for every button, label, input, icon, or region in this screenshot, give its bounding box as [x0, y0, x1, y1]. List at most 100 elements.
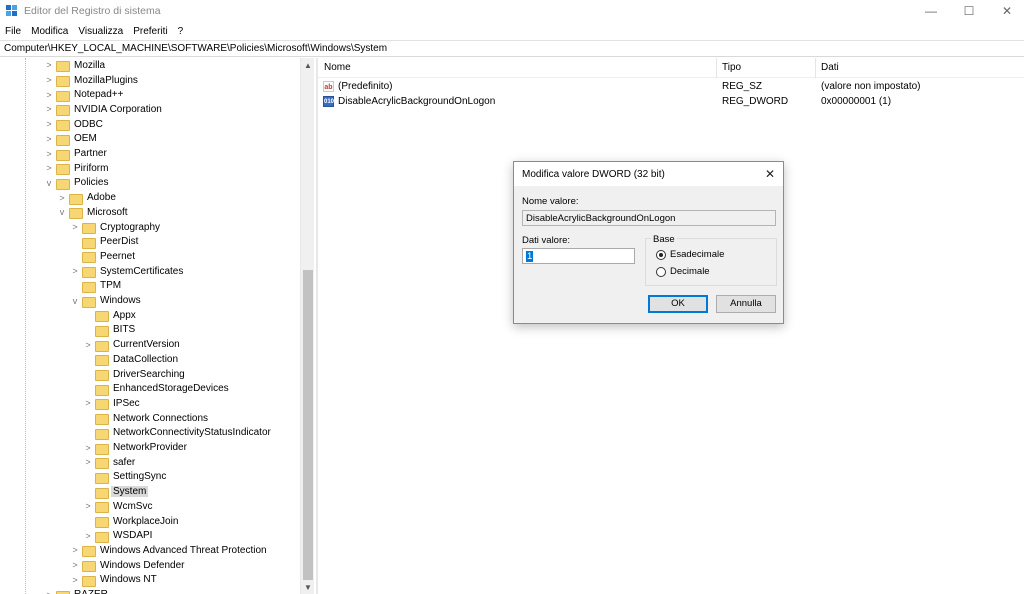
- menu-preferiti[interactable]: Preferiti: [128, 24, 172, 40]
- chevron-right-icon[interactable]: >: [44, 132, 54, 146]
- chevron-right-icon[interactable]: >: [44, 102, 54, 116]
- scroll-thumb[interactable]: [303, 270, 313, 580]
- list-row[interactable]: ab (Predefinito) REG_SZ (valore non impo…: [318, 80, 1024, 95]
- tree-item[interactable]: TPM: [70, 279, 123, 294]
- chevron-right-icon[interactable]: >: [83, 529, 93, 543]
- chevron-right-icon[interactable]: >: [44, 588, 54, 594]
- tree-item[interactable]: Peernet: [70, 249, 137, 264]
- tree-guide-line: [25, 58, 26, 594]
- chevron-down-icon[interactable]: v: [70, 294, 80, 308]
- tree-item[interactable]: SettingSync: [83, 470, 168, 485]
- minimize-button[interactable]: —: [914, 0, 948, 22]
- tree-item[interactable]: > RAZER: [44, 587, 110, 594]
- folder-icon: [95, 487, 109, 499]
- tree-item-label: Appx: [113, 309, 136, 321]
- tree-item[interactable]: NetworkConnectivityStatusIndicator: [83, 426, 273, 441]
- no-chevron: [83, 411, 93, 425]
- chevron-right-icon[interactable]: >: [83, 338, 93, 352]
- menu-modifica[interactable]: Modifica: [26, 24, 73, 40]
- folder-icon: [95, 531, 109, 543]
- tree-item[interactable]: > Windows NT: [70, 573, 159, 588]
- ok-button[interactable]: OK: [648, 295, 708, 313]
- tree-item[interactable]: > MozillaPlugins: [44, 73, 140, 88]
- cancel-button[interactable]: Annulla: [716, 295, 776, 313]
- tree-item[interactable]: v Windows: [70, 293, 143, 308]
- chevron-right-icon[interactable]: >: [83, 455, 93, 469]
- tree-item[interactable]: > OEM: [44, 132, 99, 147]
- chevron-right-icon[interactable]: >: [83, 441, 93, 455]
- folder-icon: [82, 266, 96, 279]
- tree-item[interactable]: System: [83, 484, 149, 499]
- tree-item[interactable]: > WcmSvc: [83, 499, 154, 514]
- radio-hexadecimal[interactable]: Esadecimale: [656, 249, 724, 260]
- tree-item[interactable]: > Partner: [44, 146, 109, 161]
- menu-help[interactable]: ?: [173, 24, 189, 40]
- list-row[interactable]: 010 DisableAcrylicBackgroundOnLogon REG_…: [318, 95, 1024, 110]
- chevron-right-icon[interactable]: >: [44, 58, 54, 72]
- folder-icon: [82, 545, 96, 558]
- tree-item[interactable]: Appx: [83, 308, 138, 323]
- address-bar[interactable]: Computer\HKEY_LOCAL_MACHINE\SOFTWARE\Pol…: [0, 40, 1024, 57]
- tree-item[interactable]: PeerDist: [70, 234, 140, 249]
- chevron-right-icon[interactable]: >: [44, 88, 54, 102]
- tree-item[interactable]: WorkplaceJoin: [83, 514, 180, 529]
- tree-item-label: Windows Advanced Threat Protection: [100, 544, 267, 556]
- tree-item[interactable]: BITS: [83, 323, 137, 338]
- tree-item[interactable]: > CurrentVersion: [83, 337, 182, 352]
- value-data-field[interactable]: 1: [522, 248, 635, 264]
- tree-item[interactable]: > NetworkProvider: [83, 440, 189, 455]
- chevron-right-icon[interactable]: >: [70, 558, 80, 572]
- column-separator[interactable]: [716, 58, 717, 78]
- close-window-button[interactable]: ✕: [990, 0, 1024, 22]
- column-data-header[interactable]: Dati: [821, 62, 839, 73]
- tree-item[interactable]: > WSDAPI: [83, 528, 154, 543]
- tree-item[interactable]: > Cryptography: [70, 220, 162, 235]
- column-separator[interactable]: [815, 58, 816, 78]
- tree-item[interactable]: > Notepad++: [44, 87, 126, 102]
- chevron-right-icon[interactable]: >: [44, 73, 54, 87]
- value-name-field[interactable]: DisableAcrylicBackgroundOnLogon: [522, 210, 776, 226]
- scroll-up-icon[interactable]: ▲: [301, 58, 315, 72]
- column-name-header[interactable]: Nome: [324, 62, 351, 73]
- dialog-close-icon[interactable]: ✕: [762, 166, 778, 182]
- tree-item[interactable]: > Adobe: [57, 190, 118, 205]
- tree-scrollbar[interactable]: ▲ ▼: [300, 58, 314, 594]
- menu-file[interactable]: File: [0, 24, 26, 40]
- tree-item-label: Mozilla: [74, 59, 106, 71]
- chevron-down-icon[interactable]: v: [44, 176, 54, 190]
- chevron-right-icon[interactable]: >: [83, 396, 93, 410]
- tree-item[interactable]: > NVIDIA Corporation: [44, 102, 164, 117]
- tree-item[interactable]: > IPSec: [83, 396, 142, 411]
- tree-item[interactable]: > Piriform: [44, 161, 110, 176]
- tree-item[interactable]: Network Connections: [83, 411, 210, 426]
- tree-item[interactable]: EnhancedStorageDevices: [83, 381, 231, 396]
- radio-decimal[interactable]: Decimale: [656, 266, 710, 277]
- no-chevron: [83, 470, 93, 484]
- tree-item[interactable]: > safer: [83, 455, 137, 470]
- chevron-right-icon[interactable]: >: [70, 543, 80, 557]
- chevron-right-icon[interactable]: >: [44, 161, 54, 175]
- chevron-right-icon[interactable]: >: [57, 191, 67, 205]
- tree-item[interactable]: > Windows Defender: [70, 558, 186, 573]
- tree-item[interactable]: v Policies: [44, 176, 110, 191]
- chevron-right-icon[interactable]: >: [44, 147, 54, 161]
- column-type-header[interactable]: Tipo: [722, 62, 741, 73]
- tree-item[interactable]: > Windows Advanced Threat Protection: [70, 543, 269, 558]
- tree-item[interactable]: > SystemCertificates: [70, 264, 185, 279]
- scroll-down-icon[interactable]: ▼: [301, 580, 315, 594]
- chevron-right-icon[interactable]: >: [44, 117, 54, 131]
- chevron-down-icon[interactable]: v: [57, 205, 67, 219]
- tree-item[interactable]: DriverSearching: [83, 367, 187, 382]
- tree-item[interactable]: v Microsoft: [57, 205, 130, 220]
- chevron-right-icon[interactable]: >: [70, 573, 80, 587]
- tree-item[interactable]: > ODBC: [44, 117, 105, 132]
- folder-icon: [82, 251, 96, 264]
- chevron-right-icon[interactable]: >: [70, 220, 80, 234]
- tree-item[interactable]: > Mozilla: [44, 58, 107, 73]
- menu-visualizza[interactable]: Visualizza: [73, 24, 128, 40]
- tree-item[interactable]: DataCollection: [83, 352, 180, 367]
- chevron-right-icon[interactable]: >: [83, 499, 93, 513]
- chevron-right-icon[interactable]: >: [70, 264, 80, 278]
- tree-item-label: Adobe: [87, 192, 116, 204]
- maximize-button[interactable]: ☐: [952, 0, 986, 22]
